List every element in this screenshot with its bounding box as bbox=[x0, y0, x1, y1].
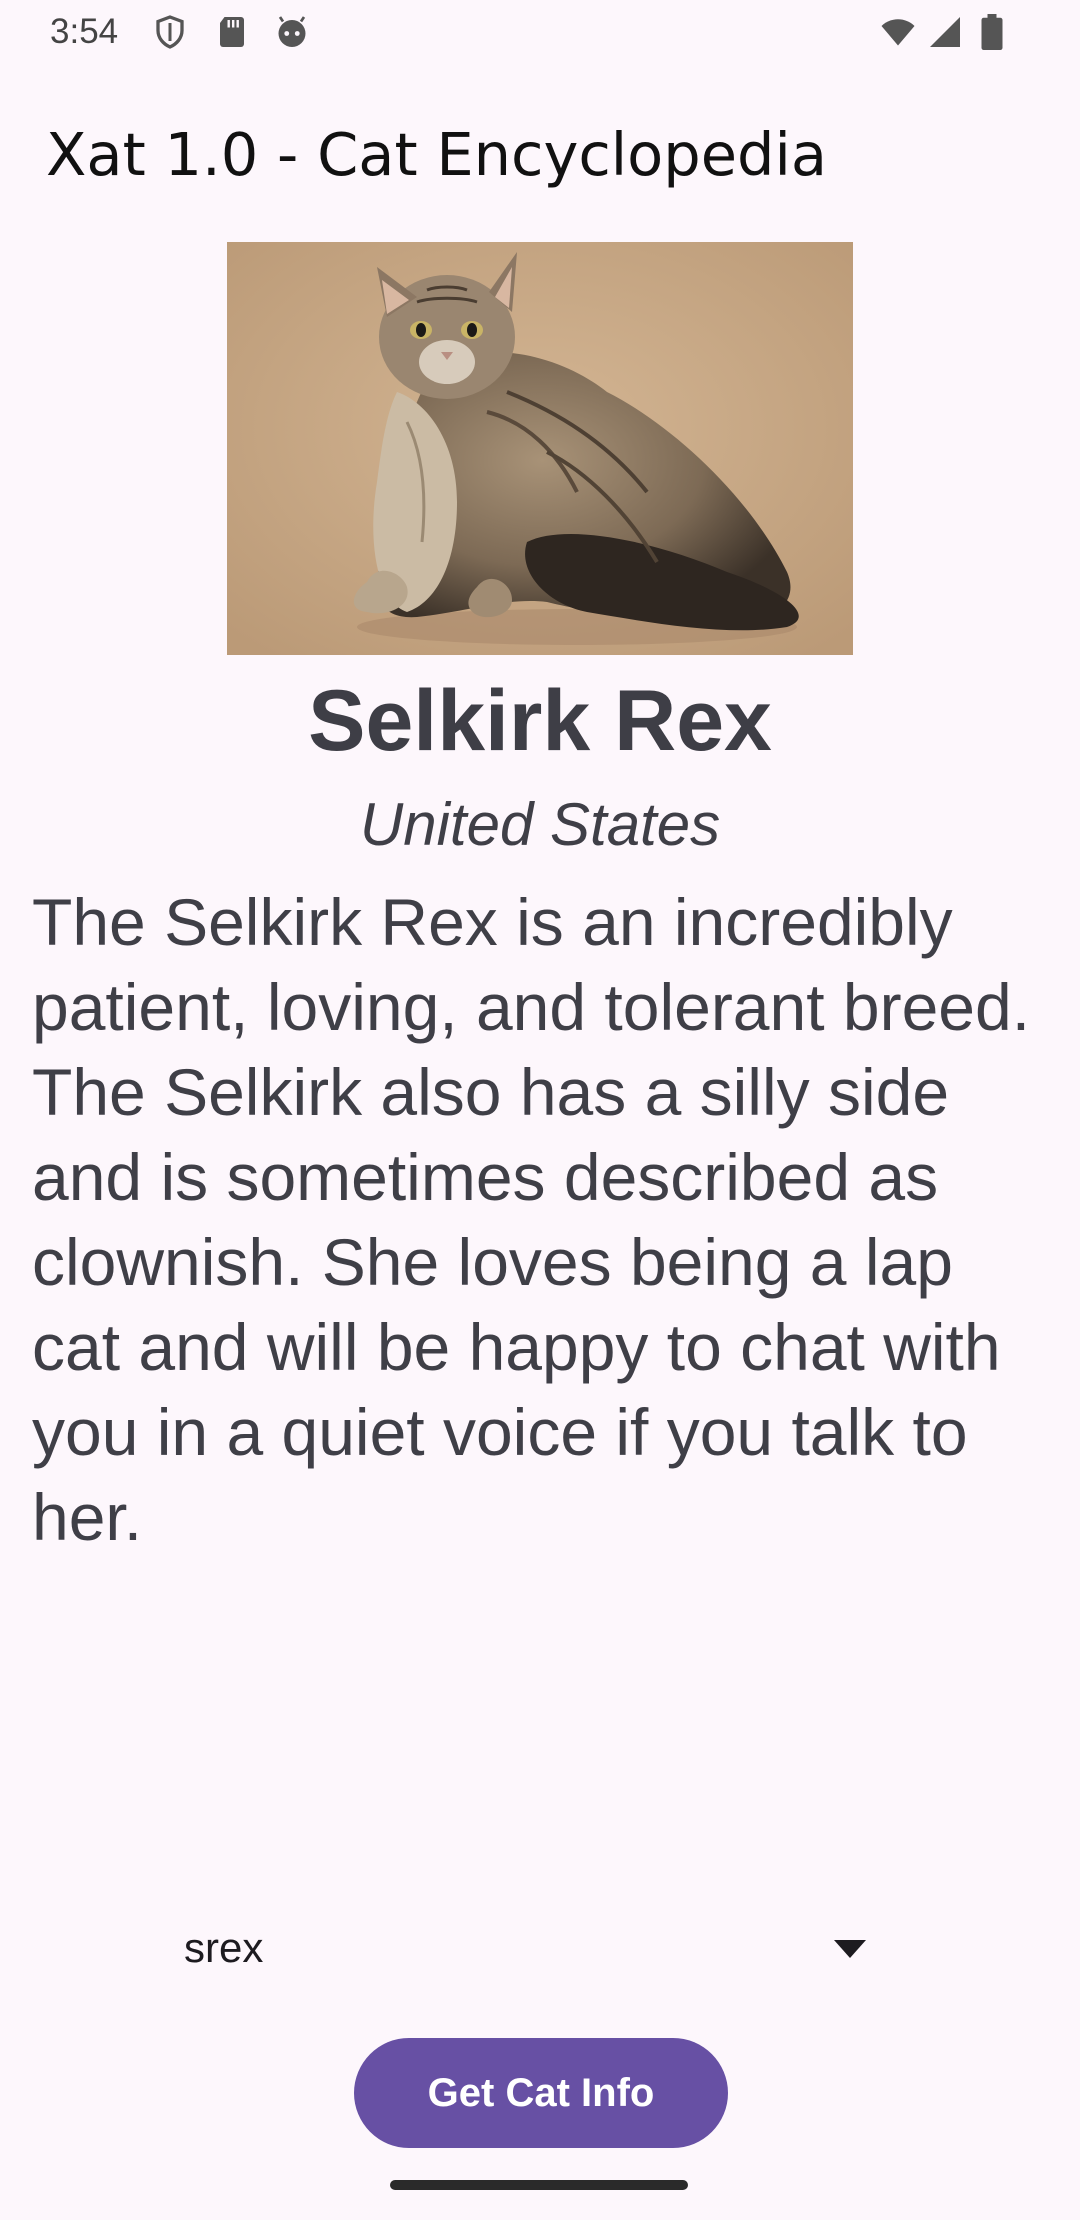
signal-icon bbox=[926, 14, 964, 50]
gesture-nav-bar[interactable] bbox=[390, 2180, 688, 2190]
wifi-icon bbox=[878, 14, 918, 50]
status-time: 3:54 bbox=[50, 12, 119, 51]
sd-card-icon bbox=[214, 14, 250, 50]
app-title: Xat 1.0 - Cat Encyclopedia bbox=[46, 120, 828, 189]
shield-icon bbox=[152, 14, 188, 50]
cat-photo bbox=[227, 242, 853, 655]
dropdown-arrow-icon bbox=[834, 1940, 866, 1958]
breed-description: The Selkirk Rex is an incredibly patient… bbox=[32, 885, 1031, 1554]
spinner-selected-value: srex bbox=[184, 1924, 264, 1971]
breed-spinner[interactable]: srex bbox=[150, 1910, 890, 1990]
battery-icon bbox=[980, 14, 1004, 50]
status-bar: 3:54 bbox=[0, 0, 1080, 66]
breed-origin: United States bbox=[359, 791, 721, 858]
get-cat-info-button[interactable]: Get Cat Info bbox=[354, 2038, 728, 2148]
breed-name: Selkirk Rex bbox=[308, 673, 772, 769]
android-face-icon bbox=[274, 14, 310, 50]
